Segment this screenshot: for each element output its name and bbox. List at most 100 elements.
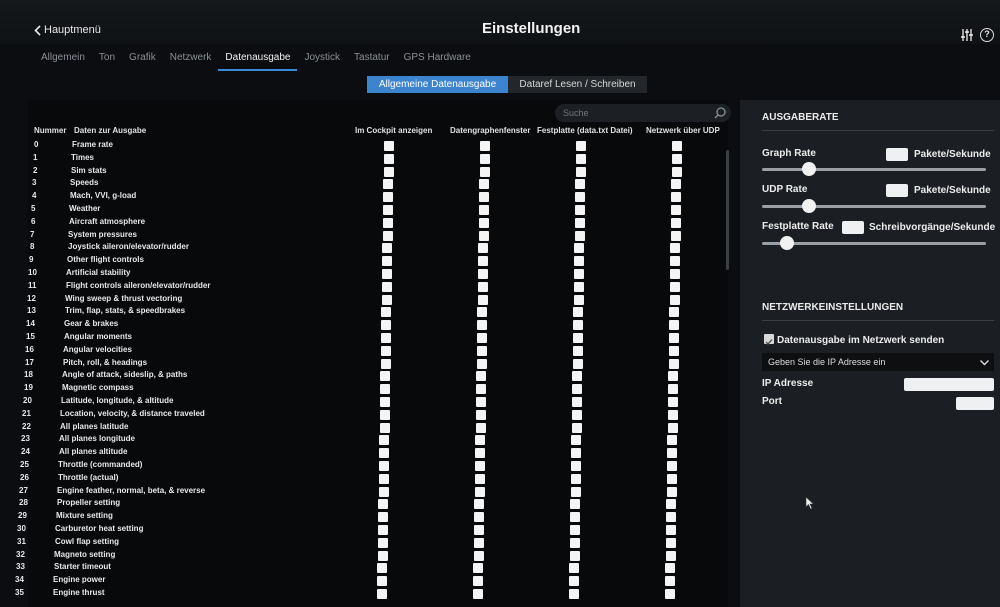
cockpit-checkbox[interactable] bbox=[379, 435, 389, 445]
send-network-checkbox[interactable] bbox=[764, 334, 774, 346]
graph-checkbox[interactable] bbox=[476, 397, 486, 407]
disk-checkbox[interactable] bbox=[569, 576, 579, 586]
graph-checkbox[interactable] bbox=[479, 179, 489, 189]
segment-dataref[interactable]: Dataref Lesen / Schreiben bbox=[508, 76, 647, 93]
cockpit-checkbox[interactable] bbox=[378, 538, 388, 548]
udp-checkbox[interactable] bbox=[671, 179, 681, 189]
disk-checkbox[interactable] bbox=[570, 538, 580, 548]
tab-joystick[interactable]: Joystick bbox=[297, 52, 347, 71]
disk-checkbox[interactable] bbox=[573, 307, 583, 317]
udp-rate-slider-handle[interactable] bbox=[802, 199, 816, 213]
udp-checkbox[interactable] bbox=[671, 205, 681, 215]
cockpit-checkbox[interactable] bbox=[381, 359, 391, 369]
ip-address-select[interactable]: Geben Sie die IP Adresse ein bbox=[762, 353, 994, 371]
graph-rate-slider-handle[interactable] bbox=[802, 162, 816, 176]
disk-checkbox[interactable] bbox=[572, 371, 582, 381]
disk-checkbox[interactable] bbox=[573, 346, 583, 356]
disk-checkbox[interactable] bbox=[575, 231, 585, 241]
udp-checkbox[interactable] bbox=[668, 384, 678, 394]
disk-checkbox[interactable] bbox=[570, 512, 580, 522]
cockpit-checkbox[interactable] bbox=[382, 256, 392, 266]
graph-checkbox[interactable] bbox=[477, 346, 487, 356]
disk-checkbox[interactable] bbox=[573, 333, 583, 343]
graph-rate-slider[interactable] bbox=[762, 168, 986, 171]
cockpit-checkbox[interactable] bbox=[381, 320, 391, 330]
disk-checkbox[interactable] bbox=[572, 410, 582, 420]
tab-netzwerk[interactable]: Netzwerk bbox=[163, 52, 219, 71]
graph-checkbox[interactable] bbox=[479, 218, 489, 228]
graph-rate-input[interactable] bbox=[886, 148, 908, 161]
graph-checkbox[interactable] bbox=[474, 551, 484, 561]
disk-checkbox[interactable] bbox=[574, 269, 584, 279]
udp-checkbox[interactable] bbox=[672, 154, 682, 164]
cockpit-checkbox[interactable] bbox=[379, 474, 389, 484]
udp-checkbox[interactable] bbox=[665, 589, 675, 599]
tab-grafik[interactable]: Grafik bbox=[122, 52, 163, 71]
udp-checkbox[interactable] bbox=[672, 167, 682, 177]
disk-checkbox[interactable] bbox=[573, 359, 583, 369]
cockpit-checkbox[interactable] bbox=[383, 192, 393, 202]
cockpit-checkbox[interactable] bbox=[382, 295, 392, 305]
udp-checkbox[interactable] bbox=[665, 563, 675, 573]
udp-checkbox[interactable] bbox=[665, 576, 675, 586]
udp-checkbox[interactable] bbox=[668, 371, 678, 381]
graph-checkbox[interactable] bbox=[480, 167, 490, 177]
cockpit-checkbox[interactable] bbox=[377, 589, 387, 599]
udp-checkbox[interactable] bbox=[666, 551, 676, 561]
disk-checkbox[interactable] bbox=[575, 179, 585, 189]
cockpit-checkbox[interactable] bbox=[384, 141, 394, 151]
cockpit-checkbox[interactable] bbox=[380, 371, 390, 381]
graph-checkbox[interactable] bbox=[475, 435, 485, 445]
graph-checkbox[interactable] bbox=[478, 269, 488, 279]
graph-checkbox[interactable] bbox=[478, 295, 488, 305]
udp-checkbox[interactable] bbox=[669, 346, 679, 356]
disk-checkbox[interactable] bbox=[571, 435, 581, 445]
segment-general-output[interactable]: Allgemeine Datenausgabe bbox=[367, 76, 508, 93]
disk-checkbox[interactable] bbox=[574, 282, 584, 292]
disk-rate-slider[interactable] bbox=[762, 242, 986, 245]
ip-address-input[interactable] bbox=[904, 378, 994, 391]
udp-checkbox[interactable] bbox=[666, 525, 676, 535]
cockpit-checkbox[interactable] bbox=[378, 499, 388, 509]
port-input[interactable] bbox=[956, 397, 994, 410]
udp-checkbox[interactable] bbox=[671, 218, 681, 228]
graph-checkbox[interactable] bbox=[474, 538, 484, 548]
graph-checkbox[interactable] bbox=[478, 282, 488, 292]
disk-checkbox[interactable] bbox=[574, 295, 584, 305]
udp-checkbox[interactable] bbox=[669, 320, 679, 330]
cockpit-checkbox[interactable] bbox=[383, 218, 393, 228]
disk-checkbox[interactable] bbox=[570, 551, 580, 561]
tab-ton[interactable]: Ton bbox=[92, 52, 122, 71]
udp-rate-input[interactable] bbox=[886, 184, 908, 197]
disk-checkbox[interactable] bbox=[571, 474, 581, 484]
graph-checkbox[interactable] bbox=[474, 525, 484, 535]
udp-checkbox[interactable] bbox=[667, 461, 677, 471]
graph-checkbox[interactable] bbox=[479, 205, 489, 215]
graph-checkbox[interactable] bbox=[475, 487, 485, 497]
disk-checkbox[interactable] bbox=[574, 256, 584, 266]
graph-checkbox[interactable] bbox=[479, 231, 489, 241]
udp-checkbox[interactable] bbox=[667, 435, 677, 445]
cockpit-checkbox[interactable] bbox=[384, 154, 394, 164]
disk-checkbox[interactable] bbox=[575, 205, 585, 215]
cockpit-checkbox[interactable] bbox=[379, 461, 389, 471]
disk-checkbox[interactable] bbox=[576, 154, 586, 164]
cockpit-checkbox[interactable] bbox=[377, 563, 387, 573]
graph-checkbox[interactable] bbox=[475, 474, 485, 484]
disk-rate-input[interactable] bbox=[842, 221, 864, 234]
graph-checkbox[interactable] bbox=[478, 256, 488, 266]
sliders-icon[interactable] bbox=[960, 28, 974, 42]
udp-checkbox[interactable] bbox=[666, 499, 676, 509]
cockpit-checkbox[interactable] bbox=[379, 448, 389, 458]
graph-checkbox[interactable] bbox=[474, 499, 484, 509]
disk-checkbox[interactable] bbox=[570, 499, 580, 509]
cockpit-checkbox[interactable] bbox=[383, 205, 393, 215]
udp-checkbox[interactable] bbox=[671, 231, 681, 241]
cockpit-checkbox[interactable] bbox=[382, 282, 392, 292]
udp-checkbox[interactable] bbox=[670, 269, 680, 279]
cockpit-checkbox[interactable] bbox=[378, 512, 388, 522]
graph-checkbox[interactable] bbox=[480, 154, 490, 164]
udp-checkbox[interactable] bbox=[666, 538, 676, 548]
udp-checkbox[interactable] bbox=[667, 448, 677, 458]
disk-checkbox[interactable] bbox=[569, 563, 579, 573]
